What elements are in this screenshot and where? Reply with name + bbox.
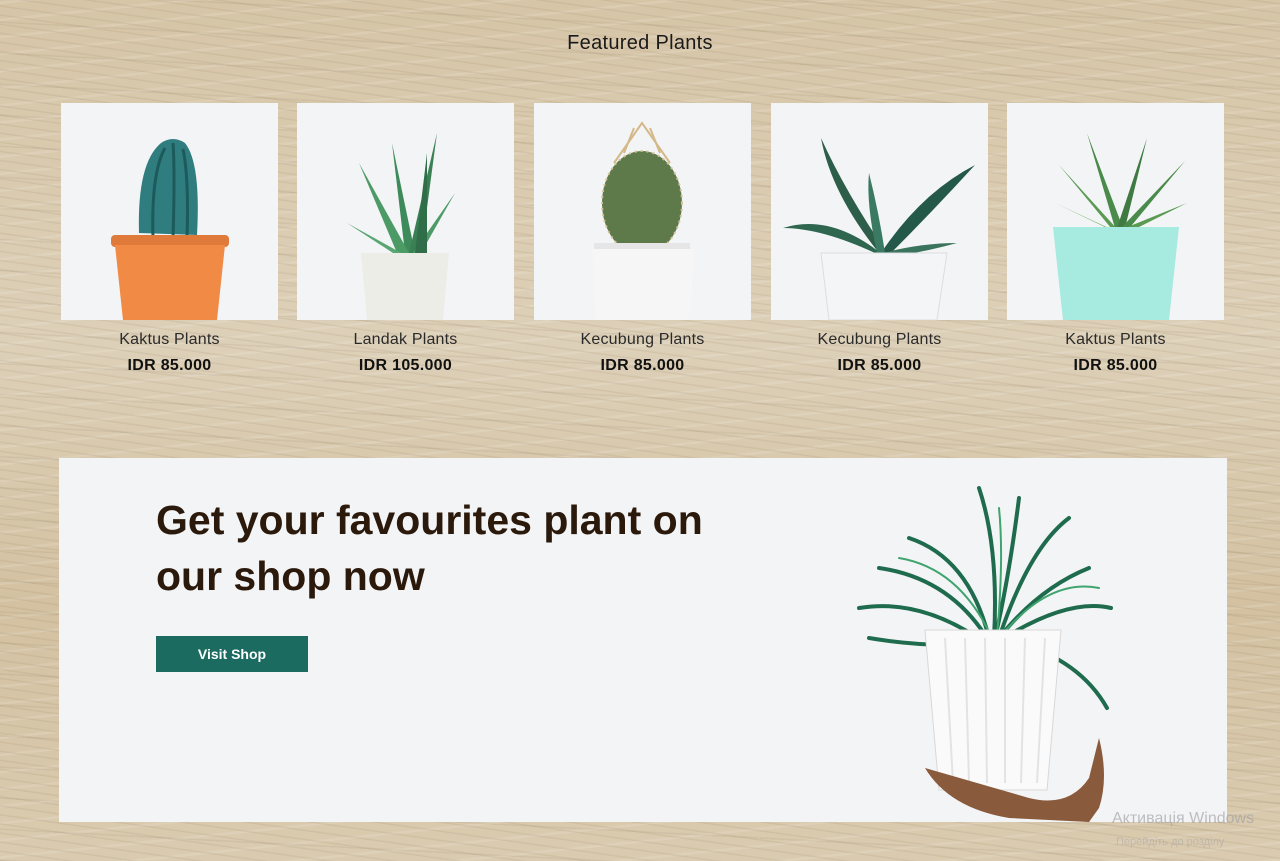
product-price: IDR 85.000 <box>127 357 212 374</box>
product-name[interactable]: Kaktus Plants <box>61 331 278 349</box>
product-name[interactable]: Kecubung Plants <box>534 331 751 349</box>
product-image-gasteria[interactable] <box>771 103 988 320</box>
promo-plant-image <box>849 478 1139 822</box>
promo-heading: Get your favourites plant on our shop no… <box>156 497 703 599</box>
product-price: IDR 85.000 <box>600 357 685 374</box>
product-card[interactable]: Kecubung Plants IDR 85.000 <box>534 103 751 375</box>
windows-activation-subtext: Перейдіть до розділу <box>1116 836 1225 848</box>
promo-banner: Get your favourites plant on our shop no… <box>59 458 1227 822</box>
section-title: Featured Plants <box>567 32 713 54</box>
product-name[interactable]: Kecubung Plants <box>771 331 988 349</box>
product-card[interactable]: Kaktus Plants IDR 85.000 <box>1007 103 1224 375</box>
product-image-haworthia[interactable] <box>1007 103 1224 320</box>
windows-activation-watermark: Активація Windows <box>1112 810 1255 827</box>
product-name[interactable]: Landak Plants <box>297 331 514 349</box>
product-card[interactable]: Landak Plants IDR 105.000 <box>297 103 514 375</box>
product-image-aloe[interactable] <box>297 103 514 320</box>
product-image-cactus[interactable] <box>61 103 278 320</box>
product-price: IDR 85.000 <box>837 357 922 374</box>
product-card[interactable]: Kecubung Plants IDR 85.000 <box>771 103 988 375</box>
product-name[interactable]: Kaktus Plants <box>1007 331 1224 349</box>
visit-shop-button[interactable]: Visit Shop <box>156 636 308 672</box>
product-price: IDR 105.000 <box>358 357 453 374</box>
product-card[interactable]: Kaktus Plants IDR 85.000 <box>61 103 278 375</box>
product-image-round-cactus[interactable] <box>534 103 751 320</box>
product-price: IDR 85.000 <box>1073 357 1158 374</box>
